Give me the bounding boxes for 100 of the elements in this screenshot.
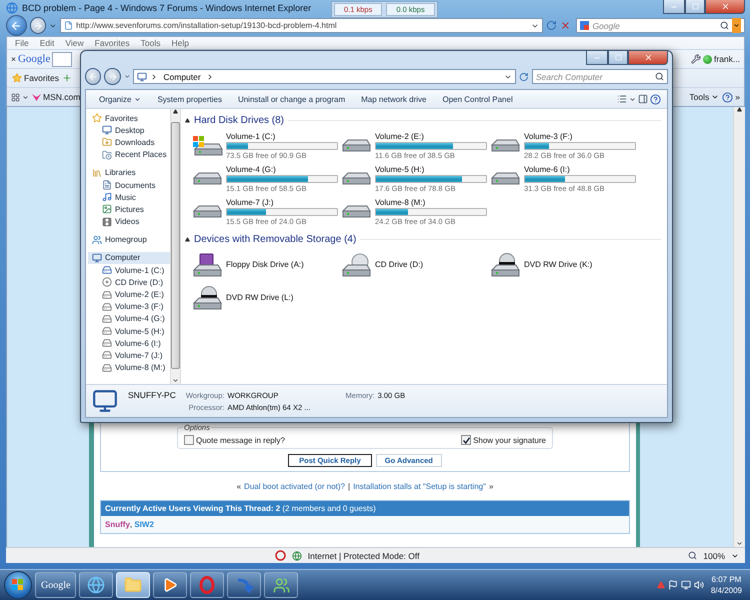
flag-icon[interactable] (668, 580, 678, 590)
close-button[interactable] (705, 0, 745, 14)
forward-button[interactable] (30, 17, 46, 34)
nav-item[interactable]: Volume-4 (G:) (88, 312, 170, 325)
nav-item[interactable]: Volume-8 (M:) (88, 362, 170, 374)
status-dot-icon (703, 54, 712, 64)
maximize-button[interactable] (608, 51, 628, 65)
taskbar-button[interactable] (190, 572, 224, 598)
nav-item[interactable]: Recent Places (88, 148, 170, 161)
wrench-icon[interactable] (691, 54, 702, 64)
cd-drive-icon (342, 252, 370, 276)
nav-item[interactable]: Libraries (88, 166, 170, 179)
scrollbar-thumb[interactable] (171, 122, 180, 369)
nav-item[interactable]: Volume-2 (E:) (88, 288, 170, 301)
preview-pane-icon[interactable] (638, 94, 648, 104)
nav-item[interactable]: Desktop (88, 124, 170, 136)
favorites-button[interactable]: Favorites (11, 73, 60, 83)
close-button[interactable] (628, 51, 668, 65)
search-field[interactable]: Google (576, 18, 745, 33)
drive-item[interactable]: DVD RW Drive (L:) (191, 281, 340, 314)
checkbox[interactable] (461, 435, 472, 445)
user-link[interactable]: Snuffy (105, 520, 130, 529)
scrollbar[interactable] (733, 107, 745, 547)
start-button[interactable] (4, 571, 32, 599)
more-button[interactable]: » (735, 92, 740, 102)
network-icon[interactable] (680, 580, 691, 590)
drive-item[interactable]: CD Drive (D:) (340, 248, 489, 281)
minimize-button[interactable] (663, 0, 685, 14)
refresh-icon[interactable] (519, 72, 529, 82)
search-field[interactable]: Search Computer (532, 69, 668, 84)
caret-icon (124, 73, 130, 80)
nav-item[interactable]: Videos (88, 216, 170, 228)
taskbar-button[interactable] (227, 572, 262, 598)
drive-item[interactable]: Floppy Disk Drive (A:) (191, 248, 340, 281)
up-arrow-icon[interactable] (737, 107, 742, 112)
tools-button[interactable]: Tools (688, 92, 720, 102)
menu-item[interactable]: File (15, 38, 29, 48)
back-button[interactable] (6, 15, 27, 36)
nav-item[interactable]: Volume-7 (J:) (88, 349, 170, 362)
taskbar-button[interactable] (79, 572, 114, 598)
taskbar-button[interactable] (153, 572, 188, 598)
nav-item[interactable]: Pictures (88, 203, 170, 216)
separator-text: , (130, 520, 134, 529)
dropdown-button[interactable] (732, 18, 741, 33)
nav-item[interactable]: Volume-3 (F:) (88, 300, 170, 313)
help-icon[interactable] (650, 94, 661, 104)
nav-item[interactable]: Volume-1 (C:) (88, 264, 170, 276)
toolbar-button[interactable]: Map network drive (354, 94, 434, 104)
toolbar-button[interactable]: System properties (150, 94, 229, 104)
menu-item[interactable]: Favorites (94, 38, 130, 48)
menu-item[interactable]: Tools (140, 38, 160, 48)
nav-item[interactable]: Documents (88, 178, 170, 192)
scrollbar[interactable] (170, 109, 181, 384)
taskbar-button[interactable]: Google (35, 572, 76, 598)
collapse-icon[interactable] (185, 236, 190, 242)
address-field[interactable]: http://www.sevenforums.com/installation-setup/19130-bcd-problem-4.html (60, 18, 543, 33)
nav-item[interactable]: Volume-5 (H:) (88, 325, 170, 338)
folder-icon (102, 150, 112, 160)
account-name[interactable]: frank... (714, 54, 740, 64)
volume-icon[interactable] (694, 580, 704, 590)
clock[interactable]: 6:07 PM 8/4/2009 (706, 574, 746, 596)
toolbar-button[interactable]: Uninstall or change a program (230, 94, 352, 104)
maximize-button[interactable] (685, 0, 705, 14)
up-arrow-icon[interactable] (173, 109, 178, 114)
disc-icon (102, 277, 112, 288)
toolbar-search-field[interactable] (52, 52, 72, 66)
checkbox[interactable] (184, 435, 194, 445)
previous-thread-link[interactable]: Dual boot activated (or not)? (244, 482, 345, 491)
minimize-button[interactable] (586, 51, 608, 65)
drive-name: Volume-2 (E:) (375, 132, 425, 140)
help-icon[interactable] (722, 92, 734, 102)
taskbar-button[interactable] (264, 572, 298, 598)
search-icon[interactable] (720, 21, 729, 30)
menu-item[interactable]: Help (171, 38, 189, 48)
breadcrumb[interactable]: Computer (161, 72, 203, 82)
hard-drive-icon (192, 172, 222, 185)
back-button[interactable] (85, 68, 102, 85)
toolbar-button[interactable]: Open Control Panel (435, 94, 520, 104)
nav-item[interactable]: Music (88, 191, 170, 204)
nav-item[interactable]: Favorites (88, 112, 170, 124)
add-icon[interactable] (62, 73, 72, 83)
address-field[interactable]: Computer (133, 69, 516, 84)
nav-item[interactable]: Downloads (88, 136, 170, 149)
favorite-link[interactable]: MSN.com (31, 92, 82, 102)
close-toolbar-button[interactable]: × (11, 54, 16, 64)
forward-button[interactable] (104, 68, 121, 85)
nav-item[interactable]: Computer (88, 252, 170, 264)
menu-item[interactable]: Edit (40, 38, 54, 48)
drive-item[interactable]: DVD RW Drive (K:) (489, 248, 638, 281)
view-options-icon[interactable] (617, 94, 627, 104)
nav-item[interactable]: Volume-6 (I:) (88, 337, 170, 350)
collapse-icon[interactable] (185, 118, 190, 122)
zoom-level[interactable]: 100% (703, 550, 726, 560)
grid-icon[interactable] (11, 92, 20, 102)
close-icon[interactable] (560, 20, 570, 31)
next-thread-link[interactable]: Installation stalls at "Setup is starting" (353, 482, 486, 491)
nav-item[interactable]: Homegroup (88, 234, 170, 246)
toolbar-button[interactable]: Organize (92, 94, 148, 104)
nav-item[interactable]: CD Drive (D:) (88, 276, 170, 288)
menu-item[interactable]: View (65, 38, 84, 48)
